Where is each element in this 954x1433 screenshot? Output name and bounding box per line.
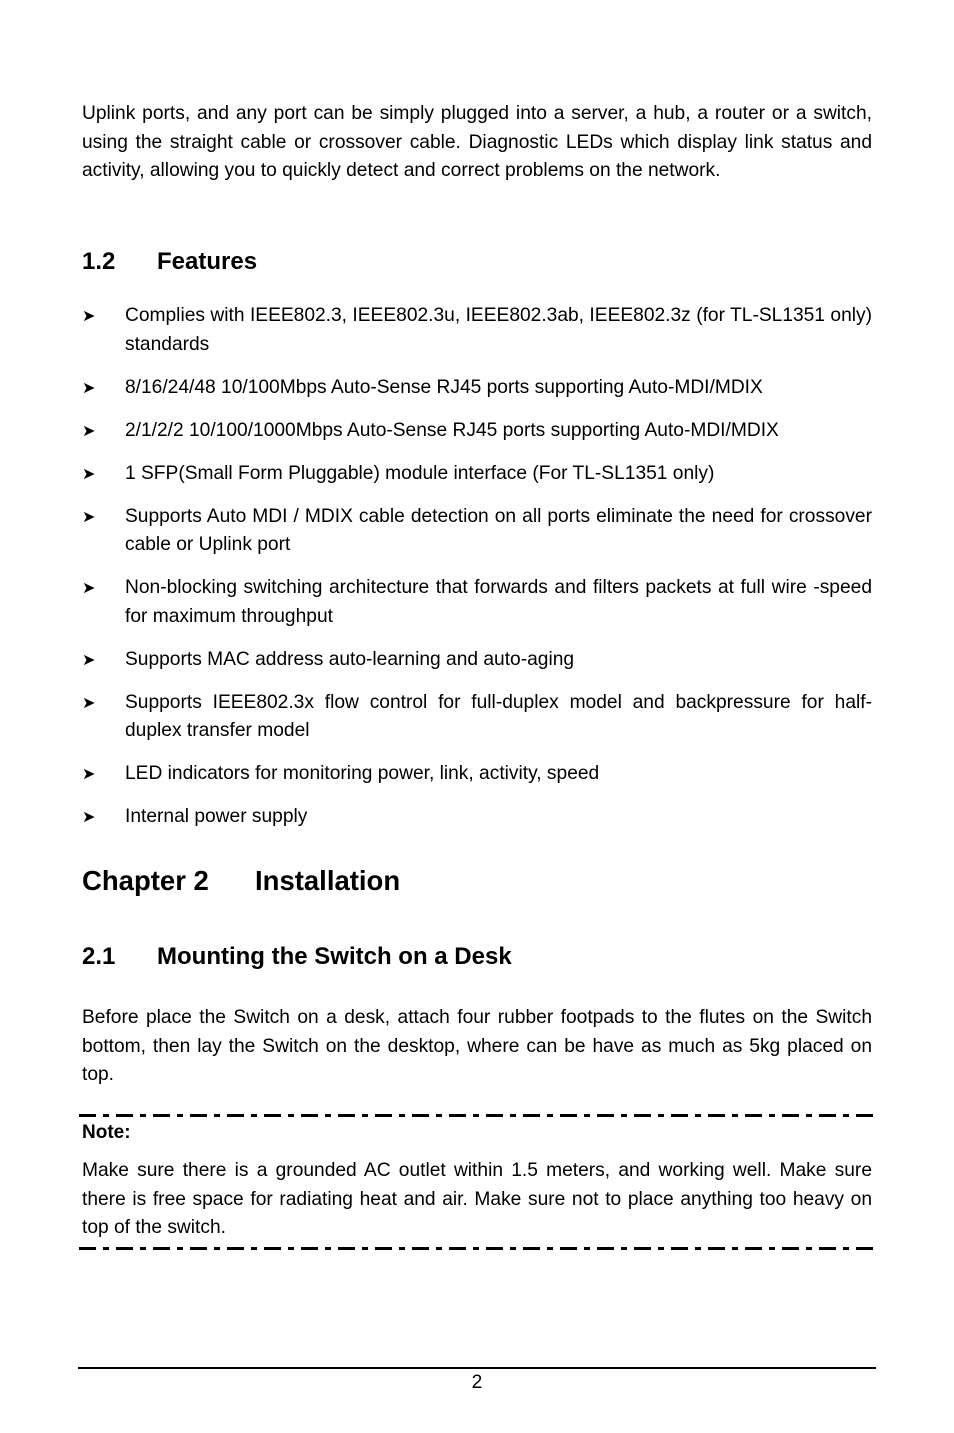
arrowhead-bullet-icon: ➤ (82, 508, 96, 526)
section-title: Mounting the Switch on a Desk (157, 943, 512, 970)
list-item: ➤ Supports MAC address auto-learning and … (82, 646, 872, 675)
list-item: ➤ Supports Auto MDI / MDIX cable detectio… (82, 503, 872, 560)
arrowhead-bullet-icon: ➤ (82, 379, 96, 397)
features-list: ➤ Complies with IEEE802.3, IEEE802.3u, IE… (82, 302, 872, 846)
arrowhead-bullet-icon: ➤ (82, 766, 96, 784)
section-number: 1.2 (82, 248, 116, 275)
list-item: ➤ 1 SFP(Small Form Pluggable) module inte… (82, 460, 872, 489)
section-heading-features: 1.2 Features (82, 248, 257, 276)
note-label: Note: (82, 1122, 131, 1143)
arrowhead-bullet-icon: ➤ (82, 651, 96, 669)
mounting-paragraph: Before place the Switch on a desk, attac… (82, 1007, 872, 1086)
list-item: ➤ Non-blocking switching architecture tha… (82, 574, 872, 631)
list-item: ➤ LED indicators for monitoring power, li… (82, 760, 872, 789)
page-number: 2 (471, 1372, 483, 1393)
chapter-heading: Chapter 2 Installation (82, 865, 400, 897)
list-item: ➤ Supports IEEE802.3x flow control for fu… (82, 689, 872, 746)
arrowhead-bullet-icon: ➤ (82, 694, 96, 712)
chapter-number: Chapter 2 (82, 865, 209, 896)
section-number: 2.1 (82, 943, 116, 970)
list-item: ➤ Complies with IEEE802.3, IEEE802.3u, IE… (82, 302, 872, 359)
arrowhead-bullet-icon: ➤ (82, 308, 96, 325)
note-bottom-divider (79, 1247, 876, 1250)
list-item: ➤ Internal power supply (82, 803, 872, 832)
note-text: Make sure there is a grounded AC outlet … (82, 1160, 872, 1239)
section-title: Features (157, 248, 258, 275)
section-heading-mounting: 2.1 Mounting the Switch on a Desk (82, 943, 512, 971)
chapter-title: Installation (255, 865, 401, 896)
arrowhead-bullet-icon: ➤ (82, 809, 96, 827)
intro-paragraph: Uplink ports, and any port can be simply… (82, 103, 872, 182)
list-item: ➤ 2/1/2/2 10/100/1000Mbps Auto-Sense RJ45… (82, 417, 872, 446)
arrowhead-bullet-icon: ➤ (82, 465, 96, 483)
note-top-divider (79, 1114, 876, 1117)
arrowhead-bullet-icon: ➤ (82, 580, 96, 598)
footer-rule (78, 1367, 876, 1369)
list-item: ➤ 8/16/24/48 10/100Mbps Auto-Sense RJ45 p… (82, 374, 872, 403)
arrowhead-bullet-icon: ➤ (82, 422, 96, 440)
